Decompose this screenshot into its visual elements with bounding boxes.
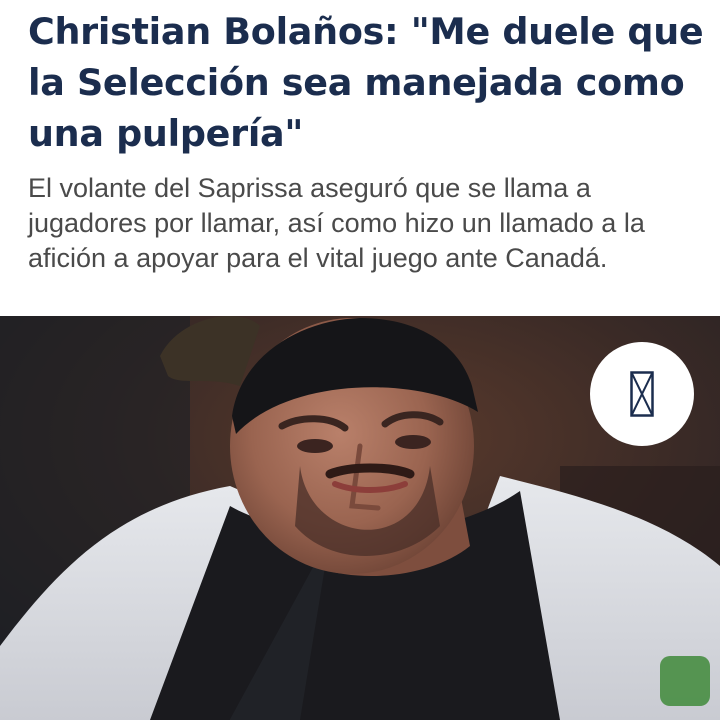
article-page: Christian Bolaños: "Me duele que la Sele… [0, 0, 720, 720]
article-lead: El volante del Saprissa aseguró que se l… [28, 173, 645, 273]
image-placeholder-icon [630, 371, 654, 417]
gallery-button[interactable] [590, 342, 694, 446]
article-header: Christian Bolaños: "Me duele que la Sele… [0, 0, 720, 316]
article-headline: Christian Bolaños: "Me duele que la Sele… [28, 10, 704, 155]
